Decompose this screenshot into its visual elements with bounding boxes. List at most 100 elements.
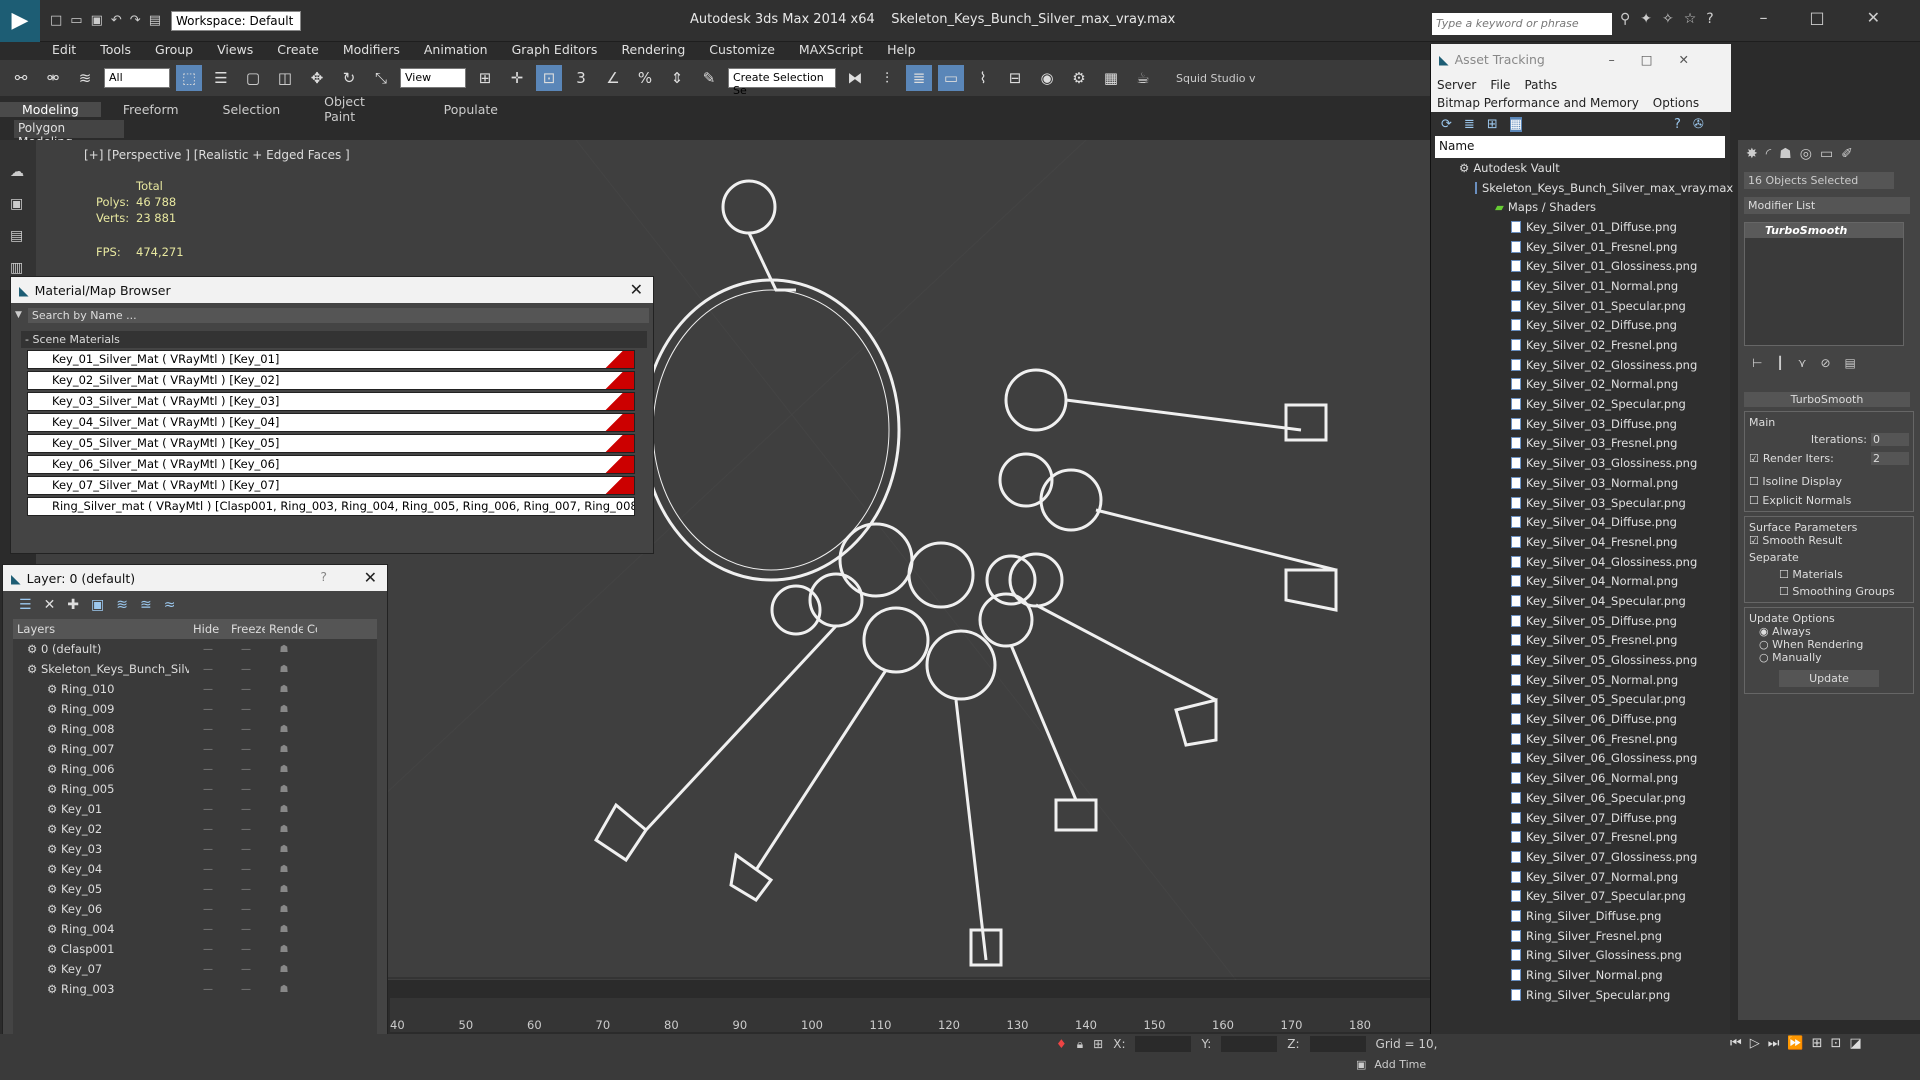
motion-tab-icon[interactable]: ◎ [1800, 146, 1812, 162]
curve-editor-icon[interactable]: ⌇ [970, 65, 996, 91]
ribbon-tab-freeform[interactable]: Freeform [101, 102, 201, 117]
material-item[interactable]: Key_03_Silver_Mat ( VRayMtl ) [Key_03] [27, 392, 635, 411]
map-file-item[interactable]: Key_Silver_01_Specular.png [1435, 296, 1725, 316]
make-unique-icon[interactable]: ⋎ [1798, 356, 1807, 370]
menu-customize[interactable]: Customize [697, 42, 787, 57]
layer-freeze-toggle[interactable]: — [227, 784, 265, 795]
layer-hide-toggle[interactable]: — [189, 984, 227, 995]
layer-hide-toggle[interactable]: — [189, 924, 227, 935]
layer-row[interactable]: ⚙ Ring_005— — ☗ [13, 779, 377, 799]
layer-hide-toggle[interactable]: — [189, 964, 227, 975]
layer-row[interactable]: ⚙ Key_04— — ☗ [13, 859, 377, 879]
layer-hide-toggle[interactable]: — [189, 824, 227, 835]
close-icon[interactable]: ✕ [630, 280, 643, 299]
map-file-item[interactable]: Key_Silver_02_Glossiness.png [1435, 355, 1725, 375]
project-folder-icon[interactable]: ▤ [149, 13, 161, 28]
layer-column-render[interactable]: Render [265, 622, 303, 636]
selection-filter-dropdown[interactable]: All [104, 68, 170, 88]
layer-render-icon[interactable]: ☗ [265, 644, 303, 655]
smooth-result-checkbox[interactable]: ☑ [1749, 534, 1759, 547]
scene-materials-header[interactable]: - Scene Materials [21, 331, 647, 348]
layer-freeze-toggle[interactable]: — [227, 924, 265, 935]
material-item[interactable]: Key_01_Silver_Mat ( VRayMtl ) [Key_01] [27, 350, 635, 369]
layer-render-icon[interactable]: ☗ [265, 704, 303, 715]
freeze-all-icon[interactable]: ≈ [164, 597, 176, 613]
material-item[interactable]: Key_04_Silver_Mat ( VRayMtl ) [Key_04] [27, 413, 635, 432]
map-file-item[interactable]: Key_Silver_01_Normal.png [1435, 276, 1725, 296]
maps-folder-node[interactable]: ▰ Maps / Shaders [1435, 197, 1725, 217]
map-file-item[interactable]: Key_Silver_03_Glossiness.png [1435, 453, 1725, 473]
link-icon[interactable]: ⚯ [8, 65, 34, 91]
layer-render-icon[interactable]: ☗ [265, 664, 303, 675]
layer-row[interactable]: ⚙ Skeleton_Keys_Bunch_Silver — — ☗ [13, 659, 377, 679]
map-file-item[interactable]: Key_Silver_07_Fresnel.png [1435, 827, 1725, 847]
map-file-item[interactable]: Key_Silver_02_Specular.png [1435, 394, 1725, 414]
bind-space-warp-icon[interactable]: ≋ [72, 65, 98, 91]
list-view-icon[interactable]: ≣ [1464, 117, 1475, 132]
table-view-icon[interactable]: ▦ [1509, 116, 1523, 132]
squid-studio-label[interactable]: Squid Studio v [1176, 72, 1256, 85]
layer-hide-toggle[interactable]: — [189, 784, 227, 795]
map-file-item[interactable]: Ring_Silver_Normal.png [1435, 965, 1725, 985]
map-file-item[interactable]: Key_Silver_07_Specular.png [1435, 886, 1725, 906]
ribbon-tab-object-paint[interactable]: Object Paint [302, 94, 422, 124]
map-file-item[interactable]: Key_Silver_07_Diffuse.png [1435, 808, 1725, 828]
map-file-item[interactable]: Key_Silver_07_Glossiness.png [1435, 847, 1725, 867]
map-file-item[interactable]: Key_Silver_06_Glossiness.png [1435, 749, 1725, 769]
turbosmooth-rollout[interactable]: TurboSmooth [1744, 392, 1910, 407]
layer-hide-toggle[interactable]: — [189, 744, 227, 755]
layer-hide-toggle[interactable]: — [189, 884, 227, 895]
layer-freeze-toggle[interactable]: — [227, 684, 265, 695]
map-file-item[interactable]: Key_Silver_02_Fresnel.png [1435, 335, 1725, 355]
map-file-item[interactable]: Key_Silver_03_Normal.png [1435, 473, 1725, 493]
align-icon[interactable]: ⫶ [874, 65, 900, 91]
y-field[interactable] [1221, 1036, 1278, 1052]
map-file-item[interactable]: Key_Silver_06_Specular.png [1435, 788, 1725, 808]
map-file-item[interactable]: Key_Silver_05_Normal.png [1435, 670, 1725, 690]
map-file-item[interactable]: Key_Silver_05_Glossiness.png [1435, 650, 1725, 670]
explicit-normals-checkbox[interactable]: ☐ [1749, 494, 1759, 507]
open-file-icon[interactable]: ▭ [70, 13, 82, 28]
layer-freeze-toggle[interactable]: — [227, 824, 265, 835]
map-file-item[interactable]: Key_Silver_03_Diffuse.png [1435, 414, 1725, 434]
lock-icon[interactable]: 🔒︎ [1077, 1037, 1083, 1052]
material-item[interactable]: Key_05_Silver_Mat ( VRayMtl ) [Key_05] [27, 434, 635, 453]
when-rendering-radio[interactable]: ○ [1759, 638, 1769, 651]
snaps-toggle-icon[interactable]: 3 [568, 65, 594, 91]
binoculars-icon[interactable]: ⚲ [1620, 11, 1630, 27]
layer-hide-toggle[interactable]: — [189, 644, 227, 655]
absolute-mode-icon[interactable]: ⊞ [1093, 1037, 1103, 1051]
layer-column-freeze[interactable]: Freeze [227, 622, 265, 636]
menu-graph-editors[interactable]: Graph Editors [500, 42, 610, 57]
display-icon[interactable]: ▣ [10, 188, 26, 220]
layer-render-icon[interactable]: ☗ [265, 804, 303, 815]
asset-menu-item[interactable]: Options [1653, 96, 1699, 110]
favorites-icon[interactable]: ☆ [1684, 11, 1697, 27]
map-file-item[interactable]: Key_Silver_07_Normal.png [1435, 867, 1725, 887]
map-file-item[interactable]: Key_Silver_06_Diffuse.png [1435, 709, 1725, 729]
map-file-item[interactable]: Key_Silver_04_Specular.png [1435, 591, 1725, 611]
layer-hide-toggle[interactable]: — [189, 704, 227, 715]
map-file-item[interactable]: Key_Silver_01_Diffuse.png [1435, 217, 1725, 237]
asset-window-controls[interactable]: –□✕ [1608, 52, 1715, 67]
angle-snap-icon[interactable]: ∠ [600, 65, 626, 91]
ribbon-tab-populate[interactable]: Populate [422, 102, 520, 117]
modifier-stack-item[interactable]: TurboSmooth [1745, 223, 1903, 238]
layer-row[interactable]: ⚙ Key_05— — ☗ [13, 879, 377, 899]
layer-freeze-toggle[interactable]: — [227, 644, 265, 655]
layer-freeze-toggle[interactable]: — [227, 944, 265, 955]
menu-modifiers[interactable]: Modifiers [331, 42, 412, 57]
map-file-item[interactable]: Key_Silver_05_Specular.png [1435, 690, 1725, 710]
iterations-spinner[interactable]: 0 [1871, 433, 1909, 446]
layer-hide-toggle[interactable]: — [189, 724, 227, 735]
hierarchy-icon[interactable]: ▤ [10, 220, 26, 252]
go-end-icon[interactable]: ⏩ [1787, 1036, 1803, 1051]
show-end-result-icon[interactable]: ┃ [1776, 356, 1783, 370]
edit-named-sets-icon[interactable]: ✎ [696, 65, 722, 91]
configure-sets-icon[interactable]: ▤ [1845, 356, 1856, 370]
ribbon-toggle-icon[interactable]: ▭ [938, 65, 964, 91]
layer-freeze-toggle[interactable]: — [227, 664, 265, 675]
add-to-layer-icon[interactable]: ✚ [67, 597, 79, 613]
percent-snap-icon[interactable]: % [632, 65, 658, 91]
close-icon[interactable]: ✕ [1867, 8, 1880, 27]
